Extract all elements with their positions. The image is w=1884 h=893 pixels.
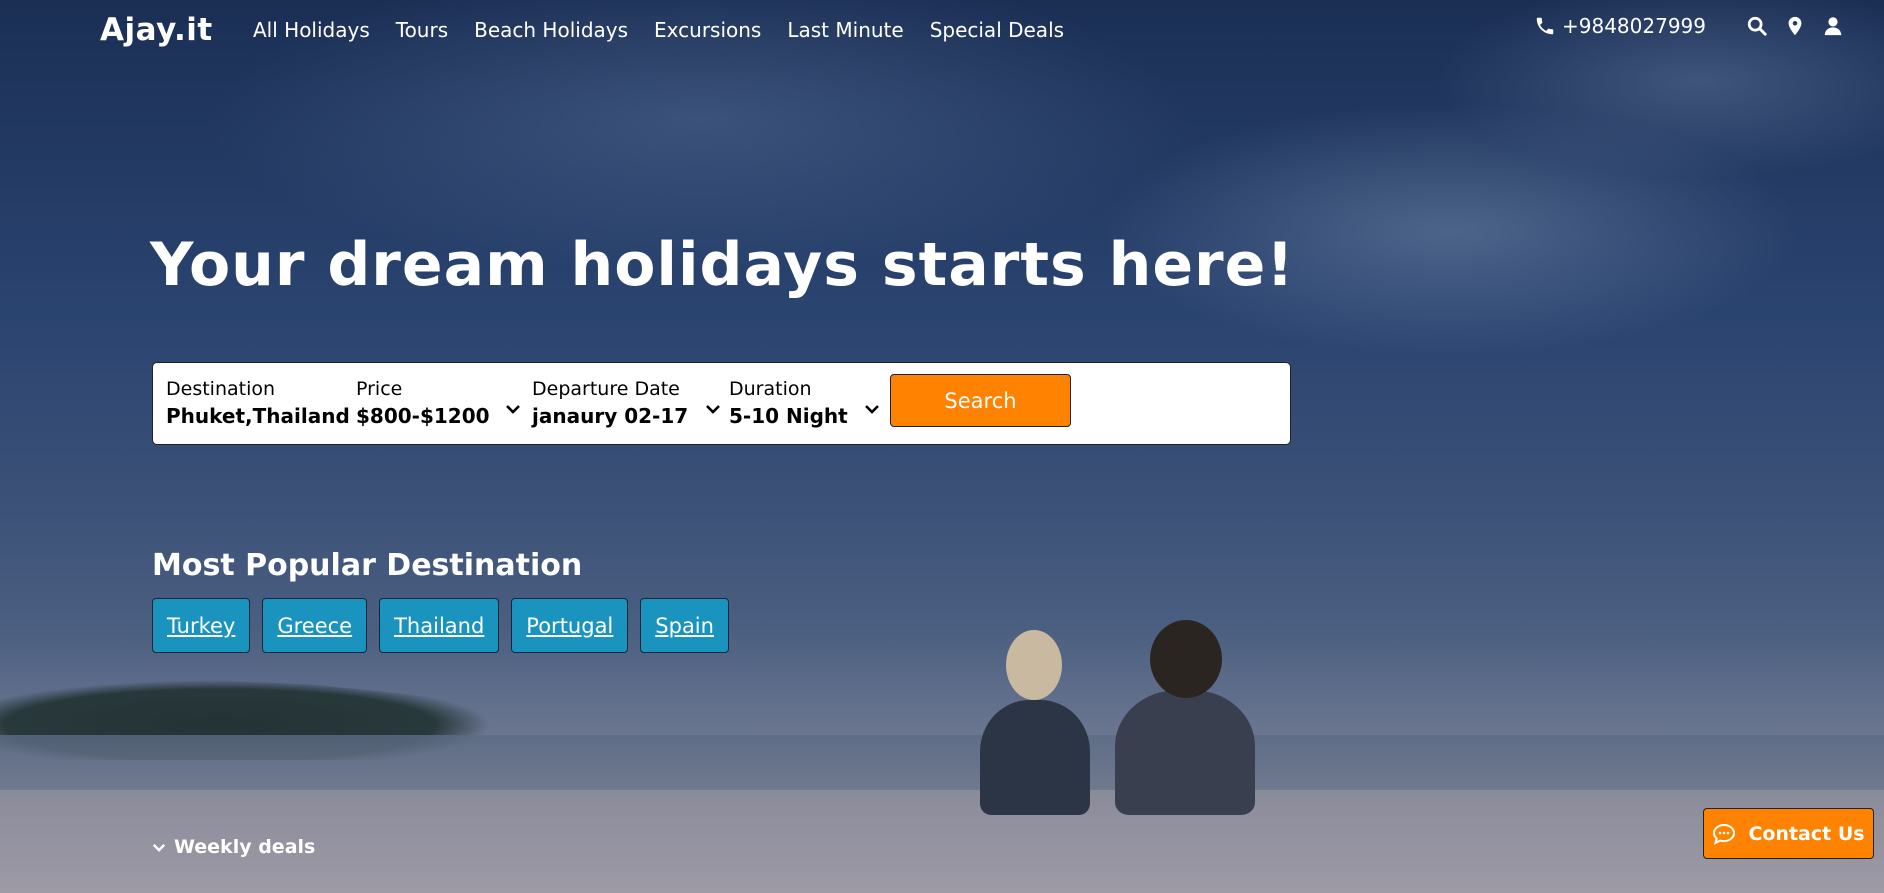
site-logo[interactable]: Ajay.it: [100, 12, 213, 48]
departure-date-select[interactable]: Departure Date janaury 02-17: [532, 378, 688, 428]
destination-chip-thailand[interactable]: Thailand: [379, 598, 500, 653]
nav-link-excursions[interactable]: Excursions: [654, 18, 761, 42]
chat-bubble-icon: [1713, 823, 1736, 845]
departure-date-label: Departure Date: [532, 378, 680, 400]
nav-utilities: +9848027999: [1534, 14, 1844, 38]
duration-value[interactable]: 5-10 Night: [729, 404, 848, 428]
destination-chip-portugal[interactable]: Portugal: [511, 598, 629, 653]
phone-number: +9848027999: [1561, 14, 1706, 38]
price-label: Price: [356, 378, 403, 400]
departure-date-value[interactable]: janaury 02-17: [532, 404, 688, 428]
popular-destinations-list: Turkey Greece Thailand Portugal Spain: [152, 598, 729, 653]
hero-headline: Your dream holidays starts here!: [150, 230, 1295, 300]
user-icon[interactable]: [1822, 15, 1844, 37]
chevron-down-icon: [152, 843, 166, 852]
price-select[interactable]: Price $800-$1200: [356, 378, 490, 428]
duration-select[interactable]: Duration 5-10 Night: [729, 378, 848, 428]
chevron-down-icon[interactable]: [505, 403, 521, 415]
beach-couple-image: [940, 620, 1280, 815]
search-icon[interactable]: [1746, 15, 1768, 37]
phone-icon: [1536, 17, 1554, 35]
contact-us-button[interactable]: Contact Us: [1703, 808, 1874, 859]
price-value[interactable]: $800-$1200: [356, 404, 490, 428]
location-pin-icon[interactable]: [1784, 15, 1806, 37]
weekly-deals-label: Weekly deals: [174, 836, 316, 858]
nav-link-all-holidays[interactable]: All Holidays: [253, 18, 370, 42]
nav-link-tours[interactable]: Tours: [396, 18, 448, 42]
weekly-deals-toggle[interactable]: Weekly deals: [152, 836, 315, 858]
popular-destinations-title: Most Popular Destination: [152, 548, 583, 583]
chevron-down-icon[interactable]: [864, 403, 880, 415]
top-navbar: Ajay.it All Holidays Tours Beach Holiday…: [0, 0, 1884, 62]
destination-chip-greece[interactable]: Greece: [262, 598, 368, 653]
nav-link-special-deals[interactable]: Special Deals: [930, 18, 1064, 42]
contact-us-label: Contact Us: [1748, 822, 1865, 845]
nav-link-last-minute[interactable]: Last Minute: [787, 18, 903, 42]
duration-label: Duration: [729, 378, 812, 400]
person-silhouette: [1115, 620, 1255, 815]
main-menu: All Holidays Tours Beach Holidays Excurs…: [253, 18, 1064, 42]
destination-label: Destination: [166, 378, 276, 400]
holiday-search-form: Destination Phuket,Thailand Price $800-$…: [152, 362, 1291, 445]
destination-chip-spain[interactable]: Spain: [640, 598, 729, 653]
nav-link-beach-holidays[interactable]: Beach Holidays: [474, 18, 628, 42]
person-silhouette: [980, 630, 1090, 815]
destination-chip-turkey[interactable]: Turkey: [152, 598, 251, 653]
destination-value[interactable]: Phuket,Thailand: [166, 404, 350, 428]
search-button[interactable]: Search: [890, 374, 1071, 427]
destination-field[interactable]: Destination Phuket,Thailand: [166, 378, 350, 428]
phone-contact[interactable]: +9848027999: [1534, 14, 1706, 38]
chevron-down-icon[interactable]: [705, 403, 721, 415]
